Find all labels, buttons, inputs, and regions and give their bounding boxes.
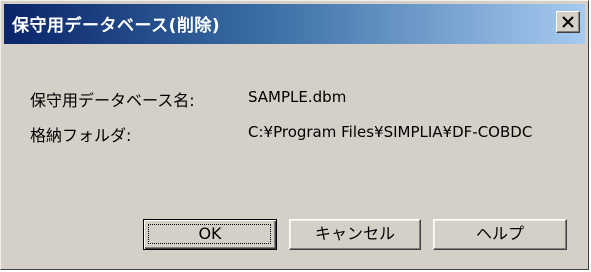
ok-button[interactable]: OK — [143, 219, 277, 250]
window-title: 保守用データベース(削除) — [12, 16, 221, 36]
close-icon — [562, 16, 574, 28]
db-name-value: SAMPLE.dbm — [248, 88, 347, 106]
folder-value: C:¥Program Files¥SIMPLIA¥DF-COBDC — [248, 123, 533, 141]
delete-maintenance-db-dialog: 保守用データベース(削除) 保守用データベース名: SAMPLE.dbm 格納フ… — [0, 0, 589, 270]
help-button[interactable]: ヘルプ — [433, 219, 567, 250]
close-button[interactable] — [556, 11, 580, 33]
title-bar: 保守用データベース(削除) — [4, 4, 585, 44]
help-button-label: ヘルプ — [475, 224, 524, 243]
cancel-button-label: キャンセル — [314, 224, 395, 243]
folder-label: 格納フォルダ: — [30, 126, 132, 145]
ok-button-label: OK — [198, 224, 222, 243]
cancel-button[interactable]: キャンセル — [289, 219, 421, 250]
db-name-label: 保守用データベース名: — [30, 91, 195, 110]
